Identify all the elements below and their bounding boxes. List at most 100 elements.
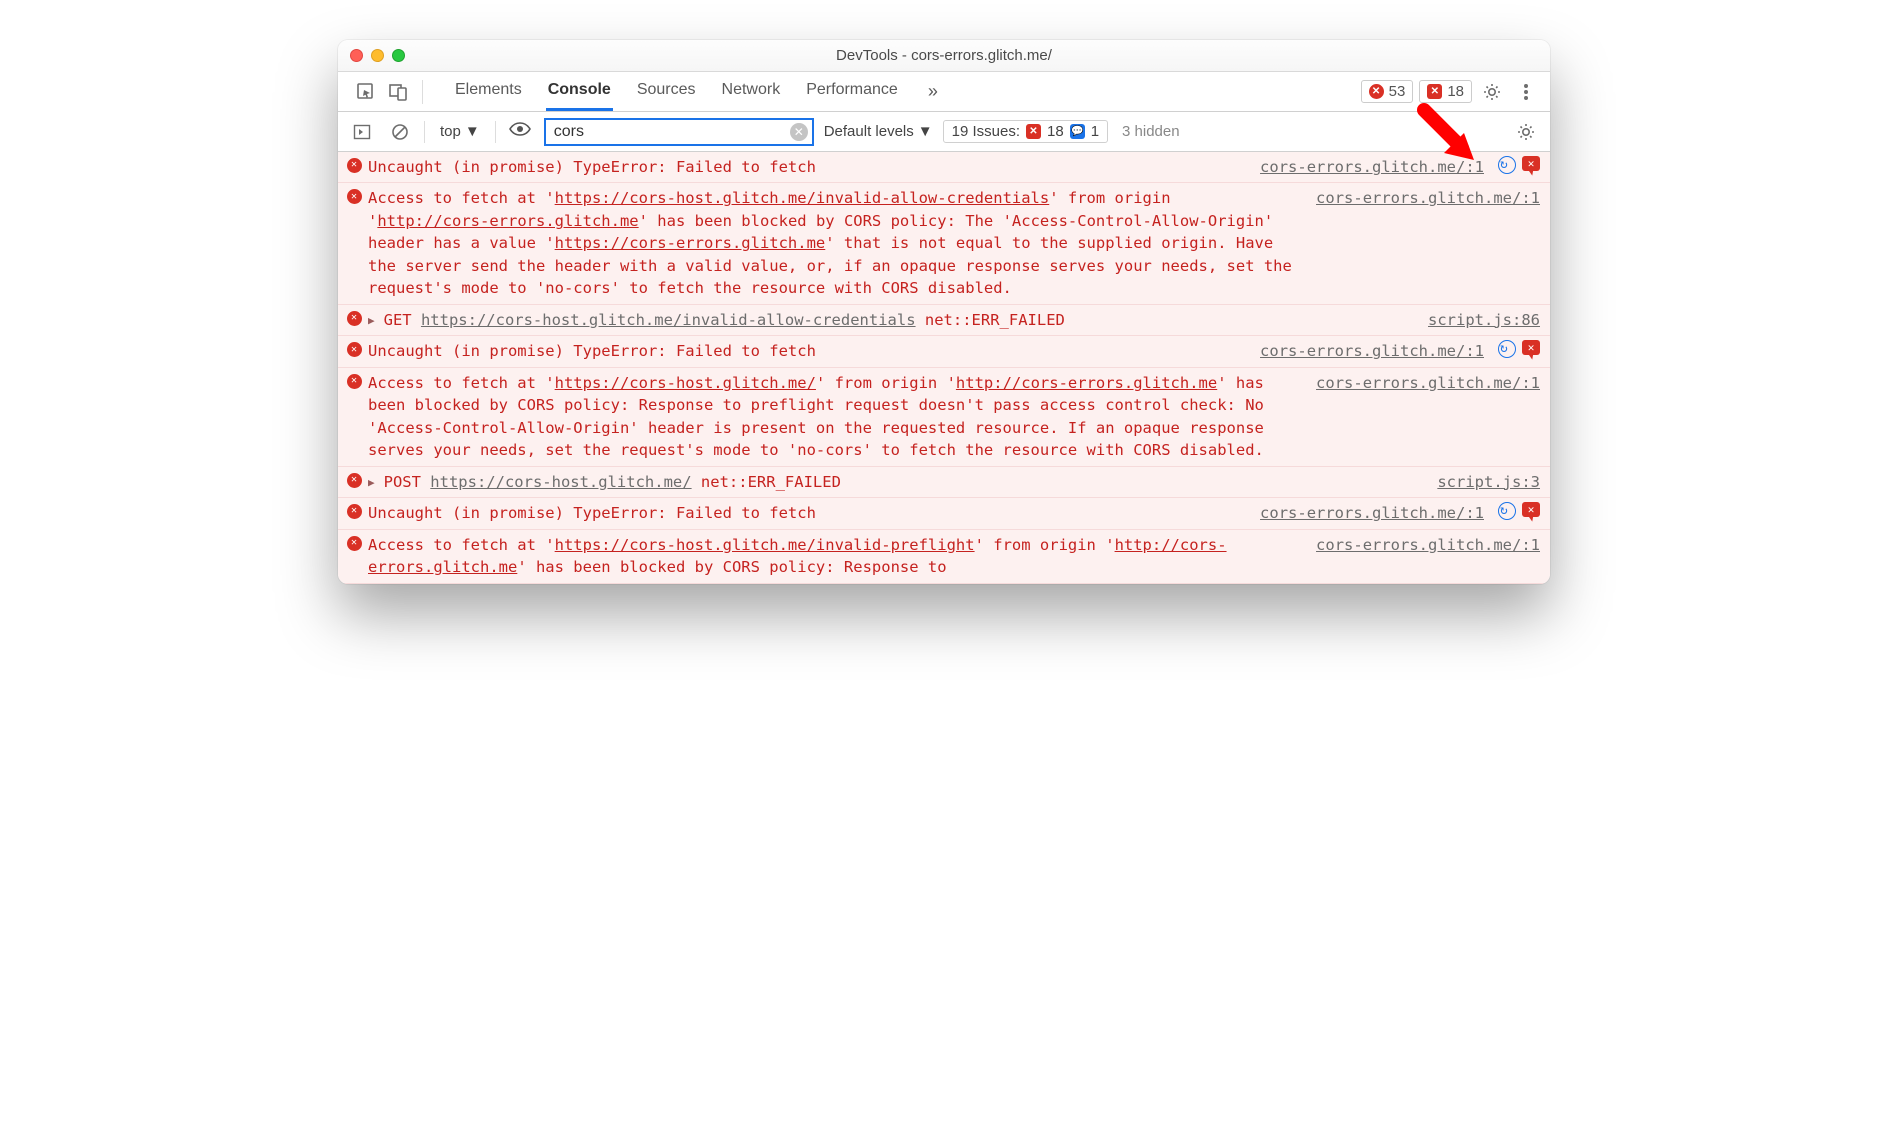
http-method: GET [384,311,421,329]
console-message-row: ✕Uncaught (in promise) TypeError: Failed… [338,336,1550,367]
tab-console[interactable]: Console [546,72,613,111]
context-selector[interactable]: top ▼ [435,120,485,143]
console-output: ✕ Uncaught (in promise) TypeError: Failed… [338,152,1550,584]
error-badge-icon: ✕ [346,372,362,462]
url-link[interactable]: https://cors-errors.glitch.me [555,234,826,252]
minimize-window-button[interactable] [371,49,384,62]
console-message-row: ✕ ▶ POST https://cors-host.glitch.me/ net:… [338,467,1550,498]
network-replay-icon[interactable] [1498,502,1516,520]
filter-input[interactable] [544,118,814,146]
message-fragment: ' from origin ' [975,536,1115,554]
message-text: GET https://cors-host.glitch.me/invalid-… [384,309,1404,331]
tab-sources[interactable]: Sources [635,72,698,111]
settings-icon[interactable] [1478,78,1506,106]
error-badge-icon: ✕ [346,340,362,362]
console-message-row: ✕Uncaught (in promise) TypeError: Failed… [338,498,1550,529]
log-levels-selector[interactable]: Default levels ▼ [824,123,933,140]
url-link[interactable]: https://cors-host.glitch.me/invalid-pref… [555,536,975,554]
request-url-link[interactable]: https://cors-host.glitch.me/ [430,473,691,491]
expand-triangle-icon[interactable]: ▶ [368,309,375,331]
error-badge-icon: ✕ [346,471,362,493]
device-toolbar-icon[interactable] [384,78,412,106]
url-link[interactable]: https://cors-host.glitch.me/invalid-allo… [555,189,1050,207]
more-tabs-button[interactable]: » [928,81,938,102]
clear-console-icon[interactable] [386,118,414,146]
issues-summary[interactable]: 19 Issues: ✕ 18 💬 1 [943,120,1108,143]
context-value: top [440,123,461,140]
window-title: DevTools - cors-errors.glitch.me/ [338,47,1550,64]
chevron-down-icon: ▼ [918,123,933,140]
source-link[interactable]: cors-errors.glitch.me/:1 [1260,156,1484,178]
source-link[interactable]: cors-errors.glitch.me/:1 [1316,187,1540,299]
url-link[interactable]: http://cors-errors.glitch.me [377,212,638,230]
window-titlebar: DevTools - cors-errors.glitch.me/ [338,40,1550,72]
error-count-badge[interactable]: ✕ 53 [1361,80,1414,103]
toggle-sidebar-icon[interactable] [348,118,376,146]
zoom-window-button[interactable] [392,49,405,62]
issues-label: 19 Issues: [952,123,1020,140]
error-badge-icon: ✕ [346,309,362,331]
main-toolbar: Elements Console Sources Network Perform… [338,72,1550,112]
issue-link-icon[interactable]: ✕ [1522,156,1540,171]
divider [495,121,496,143]
levels-label: Default levels [824,123,914,140]
console-message-row: ✕Access to fetch at 'https://cors-host.g… [338,183,1550,304]
source-link[interactable]: cors-errors.glitch.me/:1 [1316,372,1540,462]
issues-err-count: 18 [1047,123,1064,140]
url-link[interactable]: https://cors-host.glitch.me/ [555,374,816,392]
console-message-row: ✕Access to fetch at 'https://cors-host.g… [338,530,1550,584]
error-badge-icon: ✕ [346,502,362,524]
net-status: net::ERR_FAILED [916,311,1065,329]
source-link[interactable]: cors-errors.glitch.me/:1 [1260,340,1484,362]
live-expression-icon[interactable] [506,122,534,141]
inspect-element-icon[interactable] [352,78,380,106]
console-toolbar: top ▼ ✕ Default levels ▼ 19 Issues: ✕ 18… [338,112,1550,152]
close-window-button[interactable] [350,49,363,62]
chevron-down-icon: ▼ [465,123,480,140]
console-message-row: ✕Access to fetch at 'https://cors-host.g… [338,368,1550,467]
error-badge-icon: ✕ [346,156,362,178]
expand-triangle-icon[interactable]: ▶ [368,471,375,493]
source-link[interactable]: script.js:86 [1428,309,1540,331]
issues-msg-count: 1 [1091,123,1099,140]
message-text: Access to fetch at 'https://cors-host.gl… [368,372,1292,462]
kebab-menu-icon[interactable] [1512,78,1540,106]
message-text: Uncaught (in promise) TypeError: Failed … [368,156,1236,178]
issue-count-badge[interactable]: ✕ 18 [1419,80,1472,103]
tab-network[interactable]: Network [720,72,783,111]
message-actions: ✕ [1498,502,1540,524]
message-text: Access to fetch at 'https://cors-host.gl… [368,187,1292,299]
panel-tabs: Elements Console Sources Network Perform… [453,72,938,111]
message-actions: ✕ [1498,156,1540,178]
tab-elements[interactable]: Elements [453,72,524,111]
message-actions: ✕ [1498,340,1540,362]
hidden-messages-label[interactable]: 3 hidden [1122,123,1180,140]
message-fragment: Access to fetch at ' [368,374,555,392]
issue-link-icon[interactable]: ✕ [1522,340,1540,355]
error-count: 53 [1389,83,1406,100]
url-link[interactable]: http://cors-errors.glitch.me [956,374,1217,392]
source-link[interactable]: cors-errors.glitch.me/:1 [1316,534,1540,579]
source-link[interactable]: cors-errors.glitch.me/:1 [1260,502,1484,524]
message-text: POST https://cors-host.glitch.me/ net::E… [384,471,1414,493]
network-replay-icon[interactable] [1498,340,1516,358]
error-icon: ✕ [1369,84,1384,99]
clear-filter-icon[interactable]: ✕ [790,123,808,141]
message-fragment: ' from origin ' [816,374,956,392]
request-url-link[interactable]: https://cors-host.glitch.me/invalid-allo… [421,311,916,329]
message-fragment: Access to fetch at ' [368,189,555,207]
traffic-lights [350,49,405,62]
network-replay-icon[interactable] [1498,156,1516,174]
error-badge-icon: ✕ [346,534,362,579]
issue-icon: ✕ [1427,84,1442,99]
message-text: Access to fetch at 'https://cors-host.gl… [368,534,1292,579]
source-link[interactable]: script.js:3 [1437,471,1540,493]
message-fragment: Access to fetch at ' [368,536,555,554]
filter-input-wrap: ✕ [544,118,814,146]
console-settings-icon[interactable] [1512,118,1540,146]
issue-link-icon[interactable]: ✕ [1522,502,1540,517]
tab-performance[interactable]: Performance [804,72,900,111]
net-status: net::ERR_FAILED [692,473,841,491]
console-message-row: ✕ Uncaught (in promise) TypeError: Failed… [338,152,1550,183]
console-message-row: ✕ ▶ GET https://cors-host.glitch.me/invali… [338,305,1550,336]
